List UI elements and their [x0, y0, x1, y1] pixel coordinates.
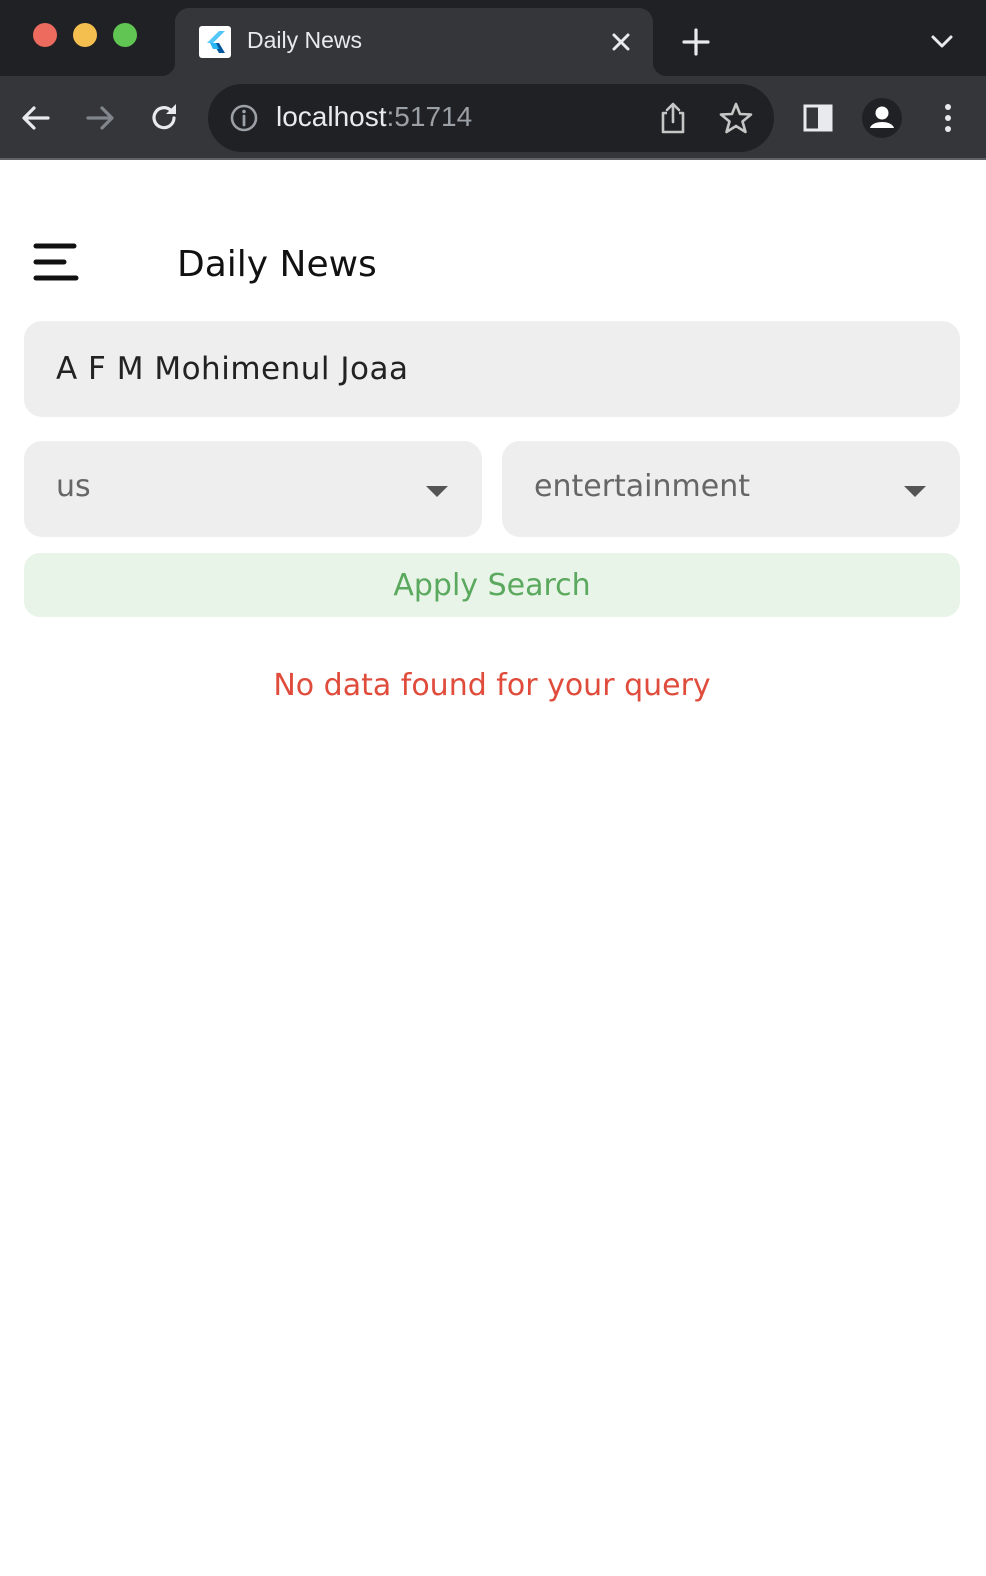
- browser-toolbar: localhost:51714: [0, 76, 986, 160]
- plus-icon[interactable]: [680, 26, 712, 58]
- country-dropdown[interactable]: us: [24, 441, 482, 537]
- arrow-left-icon[interactable]: [18, 100, 54, 136]
- info-icon[interactable]: [228, 102, 260, 134]
- search-input[interactable]: [56, 351, 928, 387]
- kebab-menu-icon[interactable]: [930, 100, 966, 136]
- country-dropdown-value: us: [56, 469, 91, 504]
- arrow-right-icon[interactable]: [82, 100, 118, 136]
- chevron-down-icon[interactable]: [928, 30, 956, 54]
- category-dropdown-value: entertainment: [534, 469, 750, 504]
- share-icon[interactable]: [656, 100, 690, 136]
- apply-search-button[interactable]: Apply Search: [24, 553, 960, 617]
- caret-down-icon: [904, 483, 926, 497]
- star-icon[interactable]: [718, 100, 754, 136]
- reload-icon[interactable]: [146, 100, 182, 136]
- menu-icon[interactable]: [30, 240, 82, 290]
- category-dropdown[interactable]: entertainment: [502, 441, 960, 537]
- address-bar[interactable]: localhost:51714: [208, 84, 774, 152]
- url-text: localhost:51714: [276, 101, 472, 133]
- url-host: localhost: [276, 101, 387, 132]
- search-field[interactable]: [24, 321, 960, 417]
- close-icon[interactable]: [607, 28, 635, 56]
- caret-down-icon: [426, 483, 448, 497]
- browser-tab-active[interactable]: Daily News: [161, 8, 667, 76]
- close-window-button[interactable]: [33, 23, 57, 47]
- minimize-window-button[interactable]: [73, 23, 97, 47]
- flutter-icon: [199, 26, 231, 58]
- tab-title: Daily News: [247, 27, 363, 53]
- empty-state-message: No data found for your query: [273, 668, 711, 703]
- maximize-window-button[interactable]: [113, 23, 137, 47]
- url-port: :51714: [386, 101, 473, 132]
- side-panel-icon[interactable]: [800, 100, 836, 136]
- page-title: Daily News: [177, 244, 377, 285]
- profile-icon[interactable]: [862, 98, 902, 138]
- browser-tab-strip: Daily News: [0, 0, 986, 76]
